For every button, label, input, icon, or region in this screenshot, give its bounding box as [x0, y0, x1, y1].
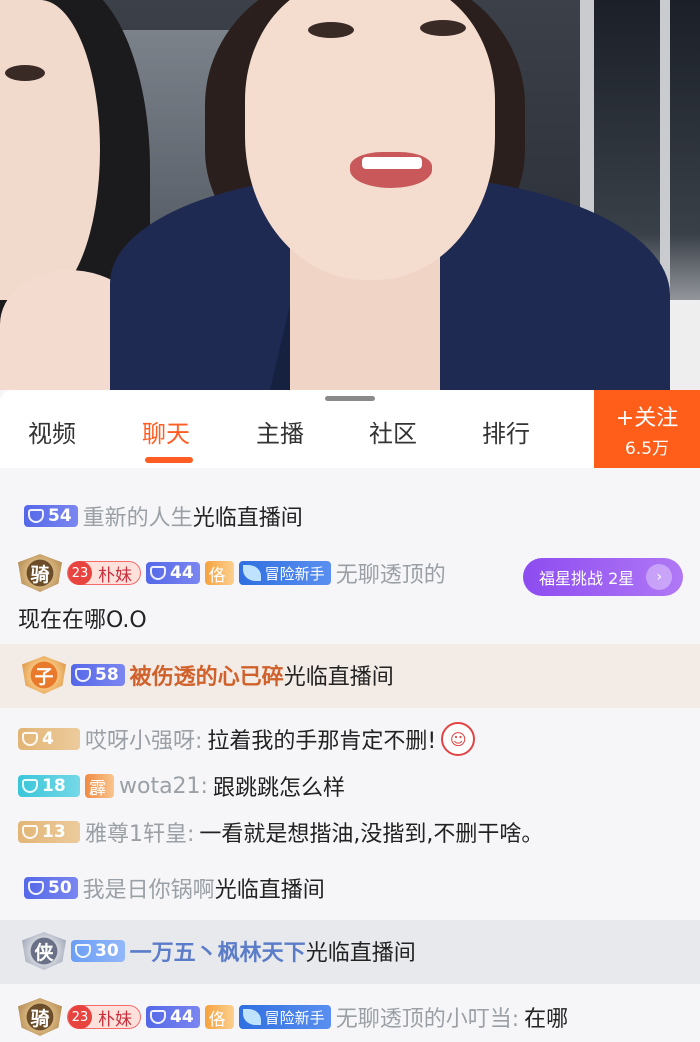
username[interactable]: 无聊透顶的小叮当:: [336, 1001, 519, 1033]
noble-badge: 子: [22, 656, 66, 694]
username[interactable]: 我是日你锅啊: [83, 872, 215, 904]
chat-message: 4 哎呀小强呀: 拉着我的手那肯定不删! ☺: [0, 714, 700, 762]
chat-message: 50 我是日你锅啊 光临直播间: [0, 862, 700, 912]
tab-bar: 视频 聊天 主播 社区 排行 +关注 6.5万: [0, 390, 700, 468]
user-level-badge: 58: [71, 664, 125, 686]
streamer-eye-right: [420, 20, 466, 36]
tab-video[interactable]: 视频: [28, 414, 76, 449]
chevron-icon: ›: [646, 564, 673, 590]
enter-notice: 光临直播间: [214, 878, 325, 903]
follower-count: 6.5万: [624, 439, 670, 459]
shield-icon: [28, 881, 44, 895]
chat-message-highlight: 侠 30 一万五丶枫林天下 光临直播间: [0, 920, 700, 984]
user-level-badge: 13: [18, 821, 80, 843]
username[interactable]: 一万五丶枫林天下: [130, 935, 306, 967]
user-level-badge: 18: [18, 775, 80, 797]
user-level-badge: 4: [18, 728, 80, 750]
tab-ranking[interactable]: 排行: [482, 414, 530, 449]
chat-message: 13 雅尊1轩皇: 一看就是想揩油,没揩到,不删干啥。: [0, 810, 700, 854]
fan-badge: 23 朴妹: [67, 1005, 141, 1030]
live-video-player[interactable]: [0, 0, 700, 390]
streamer-teeth: [362, 157, 422, 169]
tab-community[interactable]: 社区: [369, 414, 417, 449]
streamer-eye-left: [308, 22, 354, 38]
enter-notice: 光临直播间: [305, 941, 416, 966]
chat-message: 18 霹 wota21: 跟跳跳怎么样: [0, 764, 700, 808]
user-level-badge: 54: [24, 505, 78, 527]
follow-button[interactable]: +关注 6.5万: [594, 390, 700, 468]
message-text: 拉着我的手那肯定不删!: [207, 729, 437, 754]
user-level-badge: 44: [146, 562, 200, 584]
username[interactable]: 被伤透的心已碎: [130, 659, 284, 691]
user-level-badge: 50: [24, 877, 78, 899]
fan-badge: 23 朴妹: [67, 561, 141, 586]
chat-list[interactable]: 54 重新的人生 光临直播间 骑 23 朴妹 44 佫 冒险新手 无聊透顶的 现在在…: [0, 468, 700, 1042]
title-badge: 霹: [85, 774, 114, 799]
message-text: 跟跳跳怎么样: [212, 776, 345, 801]
chat-message: 骑 23 朴妹 44 佫 冒险新手 无聊透顶的小叮当: 在哪: [0, 988, 700, 1042]
tab-chat[interactable]: 聊天: [142, 414, 190, 449]
shield-icon: [150, 1010, 166, 1024]
shield-icon: [22, 825, 38, 839]
active-tab-indicator: [145, 457, 193, 463]
title-badge: 佫: [204, 1005, 234, 1030]
chat-message: 54 重新的人生 光临直播间: [0, 488, 700, 538]
shield-icon: [150, 566, 166, 580]
noble-badge: 骑: [18, 554, 62, 592]
message-text: 现在在哪O.O: [18, 608, 147, 633]
message-text: 一看就是想揩油,没揩到,不删干啥。: [199, 822, 544, 847]
wing-icon: [242, 1009, 261, 1025]
shield-icon: [75, 668, 91, 682]
streamer-left-eye: [5, 65, 45, 81]
noble-badge: 侠: [22, 932, 66, 970]
user-level-badge: 44: [146, 1006, 200, 1028]
chat-message-highlight: 子 58 被伤透的心已碎 光临直播间: [0, 644, 700, 708]
tab-anchor[interactable]: 主播: [256, 414, 304, 449]
username[interactable]: 哎呀小强呀:: [85, 723, 202, 755]
sticker-icon: ☺: [441, 722, 476, 756]
user-level-badge: 30: [71, 940, 125, 962]
enter-notice: 光临直播间: [283, 665, 394, 690]
plus-icon: +: [615, 406, 635, 431]
title-badge: 佫: [204, 561, 234, 586]
shield-icon: [22, 779, 38, 793]
drag-handle[interactable]: [325, 396, 375, 401]
newbie-badge: 冒险新手: [238, 1005, 331, 1029]
shield-icon: [22, 732, 38, 746]
lucky-star-challenge-button[interactable]: 福星挑战 2星 ›: [523, 558, 683, 596]
username[interactable]: 重新的人生: [83, 500, 193, 532]
newbie-badge: 冒险新手: [238, 561, 331, 585]
username[interactable]: 无聊透顶的: [336, 557, 446, 589]
shield-icon: [28, 509, 44, 523]
noble-badge: 骑: [18, 998, 62, 1036]
wing-icon: [242, 565, 261, 581]
username[interactable]: wota21:: [119, 774, 208, 799]
enter-notice: 光临直播间: [192, 506, 303, 531]
username[interactable]: 雅尊1轩皇:: [85, 816, 194, 848]
follow-label: 关注: [634, 406, 679, 431]
shield-icon: [75, 944, 91, 958]
challenge-label: 福星挑战 2星: [539, 569, 635, 588]
streamer-face: [245, 0, 495, 280]
message-text: 在哪: [524, 1007, 569, 1032]
